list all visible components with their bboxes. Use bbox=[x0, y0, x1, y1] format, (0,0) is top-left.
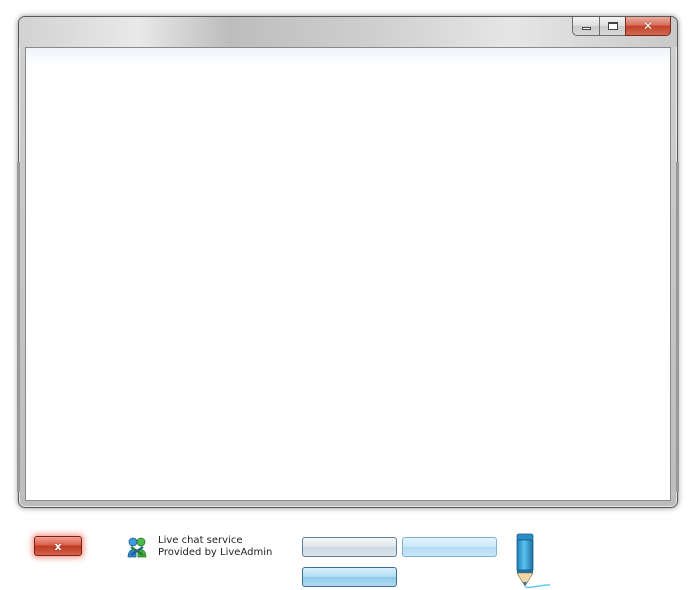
chat-content-area[interactable] bbox=[25, 47, 671, 501]
left-frame-edge bbox=[17, 162, 20, 492]
footer-button-1[interactable] bbox=[302, 537, 397, 557]
maximize-icon bbox=[607, 22, 618, 30]
close-chat-label: x bbox=[54, 539, 62, 553]
credit-line-2: Provided by LiveAdmin bbox=[158, 547, 273, 558]
close-chat-button[interactable]: x bbox=[34, 536, 82, 556]
maximize-button[interactable] bbox=[599, 17, 625, 36]
credit-text: Live chat service Provided by LiveAdmin bbox=[158, 535, 272, 559]
footer-button-2[interactable] bbox=[402, 537, 497, 557]
right-frame-edge bbox=[676, 162, 679, 492]
content-top-shading bbox=[26, 48, 670, 66]
footer-button-3[interactable] bbox=[302, 567, 397, 587]
caption-buttons: ✕ bbox=[572, 17, 671, 37]
chat-window: ✕ bbox=[17, 16, 679, 508]
credit-line-1: Live chat service bbox=[158, 535, 243, 546]
minimize-button[interactable] bbox=[572, 17, 599, 36]
close-icon: ✕ bbox=[642, 19, 654, 33]
minimize-icon bbox=[581, 27, 591, 30]
pen-icon[interactable] bbox=[512, 532, 554, 590]
stage: ✕ x Live chat service Provided by LiveAd… bbox=[0, 0, 698, 590]
liveadmin-logo-icon bbox=[127, 537, 147, 558]
window-close-button[interactable]: ✕ bbox=[625, 17, 671, 36]
title-bar[interactable]: ✕ bbox=[19, 17, 677, 47]
